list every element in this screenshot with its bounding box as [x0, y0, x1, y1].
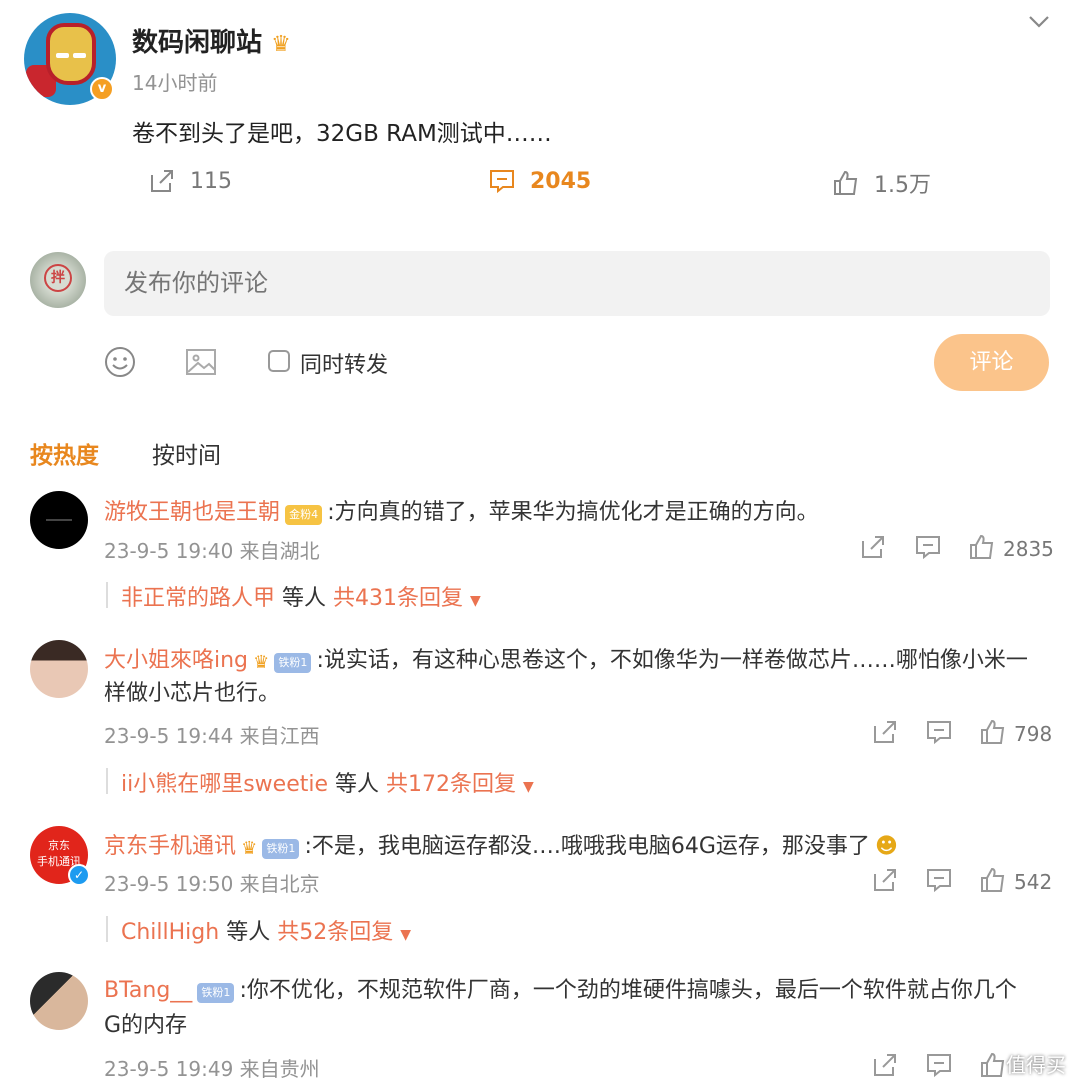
fan-badge: 铁粉1 [274, 652, 312, 673]
verified-badge-icon: ✓ [68, 864, 90, 886]
comment-text: :你不优化，不规范软件厂商，一个劲的堆硬件搞噱头，最后一个软件就占你几个 [239, 978, 1017, 1003]
comment-count: 2045 [530, 168, 592, 194]
reply-summary[interactable]: 非正常的路人甲 等人 共431条回复 ▼ [121, 580, 481, 612]
fan-badge: 金粉4 [285, 504, 323, 525]
comment-header: BTang__ 铁粉1 :你不优化，不规范软件厂商，一个劲的堆硬件搞噱头，最后一… [104, 974, 1017, 1008]
submit-comment-button[interactable]: 评论 [934, 334, 1049, 391]
emoji-icon[interactable] [103, 345, 137, 379]
caret-down-icon: ▼ [470, 593, 481, 609]
reply-mid-text: 等人 [226, 920, 271, 945]
reply-username: ChillHigh [121, 920, 220, 945]
repost-icon [151, 170, 173, 192]
reply-divider [106, 582, 108, 608]
like-count: 1.5万 [874, 173, 931, 198]
comment-text: :说实话，有这种心思卷这个，不如像华为一样卷做芯片……哪怕像小米一 [316, 648, 1028, 673]
reply-divider [106, 768, 108, 794]
also-repost-checkbox[interactable] [268, 350, 290, 372]
comment-icon[interactable] [925, 866, 953, 894]
like-count: 2835 [1003, 537, 1054, 561]
comment-username[interactable]: 大小姐來咯ing [104, 648, 248, 673]
comment-input[interactable] [104, 251, 1050, 316]
post-username[interactable]: 数码闲聊站 ♛ [132, 22, 291, 59]
comment-icon[interactable] [914, 533, 942, 561]
comment-text-continued: G的内存 [104, 1013, 188, 1038]
comment-text-continued: 样做小芯片也行。 [104, 681, 281, 706]
like-button[interactable]: 1.5万 [832, 167, 931, 199]
avatar-helmet-shape [46, 23, 96, 85]
fan-badge: 铁粉1 [262, 838, 300, 859]
my-avatar[interactable]: 拌 [30, 252, 86, 308]
crown-icon: ♛ [271, 32, 291, 57]
avatar-stamp: 拌 [44, 264, 72, 292]
dog-emoji-icon: ☻ [874, 834, 898, 859]
thumbs-up-icon[interactable] [979, 1051, 1007, 1079]
reply-mid-text: 等人 [335, 772, 380, 797]
reply-username: 非正常的路人甲 [121, 586, 276, 611]
comment-icon [490, 170, 514, 194]
comment-meta: 23-9-5 19:49 来自贵州 [104, 1057, 320, 1081]
caret-down-icon: ▼ [523, 779, 534, 795]
reply-count: 共52条回复 [277, 920, 394, 945]
comment-button[interactable]: 2045 [488, 167, 591, 195]
comment-username[interactable]: BTang__ [104, 978, 192, 1003]
share-icon[interactable] [859, 533, 887, 561]
reply-count: 共431条回复 [333, 586, 464, 611]
comment-text: :方向真的错了，苹果华为搞优化才是正确的方向。 [327, 500, 819, 525]
share-icon[interactable] [871, 718, 899, 746]
comment-header: 游牧王朝也是王朝 金粉4 :方向真的错了，苹果华为搞优化才是正确的方向。 [104, 494, 819, 530]
crown-icon: ♛ [253, 652, 270, 673]
image-icon[interactable] [184, 345, 218, 379]
like-count: 798 [1014, 722, 1053, 746]
crown-icon: ♛ [241, 838, 258, 859]
fan-badge: 铁粉1 [197, 982, 235, 1003]
repost-count: 115 [190, 168, 232, 194]
avatar-mark [46, 519, 72, 521]
comment-meta: 23-9-5 19:50 来自北京 [104, 872, 320, 896]
share-icon[interactable] [871, 1051, 899, 1079]
comment-text: :不是，我电脑运存都没….哦哦我电脑64G运存，那没事了 [304, 834, 870, 859]
verified-badge-icon: v [90, 77, 114, 101]
thumbs-up-icon[interactable] [979, 718, 1007, 746]
post-time: 14小时前 [132, 71, 218, 95]
reply-count: 共172条回复 [386, 772, 517, 797]
reply-summary[interactable]: ii小熊在哪里sweetie 等人 共172条回复 ▼ [121, 766, 534, 798]
reply-mid-text: 等人 [282, 586, 327, 611]
reply-divider [106, 916, 108, 942]
like-count: 542 [1014, 870, 1053, 894]
reply-username: ii小熊在哪里sweetie [121, 772, 329, 797]
comment-avatar[interactable] [30, 491, 88, 549]
sort-by-time-tab[interactable]: 按时间 [152, 436, 221, 470]
avatar-eye [56, 53, 69, 58]
comment-icon[interactable] [925, 718, 953, 746]
comment-meta: 23-9-5 19:40 来自湖北 [104, 539, 320, 563]
reply-summary[interactable]: ChillHigh 等人 共52条回复 ▼ [121, 914, 411, 946]
thumbs-up-icon[interactable] [979, 866, 1007, 894]
comment-avatar[interactable] [30, 640, 88, 698]
share-icon[interactable] [871, 866, 899, 894]
avatar-eye [73, 53, 86, 58]
thumbs-up-icon [834, 170, 858, 195]
comment-header: 京东手机通讯 ♛ 铁粉1 :不是，我电脑运存都没….哦哦我电脑64G运存，那没事… [104, 828, 898, 864]
repost-button[interactable]: 115 [148, 167, 232, 195]
also-repost-label: 同时转发 [300, 353, 389, 378]
comment-meta: 23-9-5 19:44 来自江西 [104, 724, 320, 748]
caret-down-icon: ▼ [400, 927, 412, 943]
comment-icon[interactable] [925, 1051, 953, 1079]
post-text: 卷不到头了是吧，32GB RAM测试中…… [132, 121, 552, 147]
comment-header: 大小姐來咯ing ♛ 铁粉1 :说实话，有这种心思卷这个，不如像华为一样卷做芯片… [104, 642, 1028, 678]
chevron-down-icon[interactable] [1028, 10, 1050, 32]
sort-by-hot-tab[interactable]: 按热度 [30, 436, 99, 470]
watermark: 值得买 [1006, 1053, 1066, 1077]
comment-username[interactable]: 京东手机通讯 [104, 834, 236, 859]
thumbs-up-icon[interactable] [968, 533, 996, 561]
comment-username[interactable]: 游牧王朝也是王朝 [104, 500, 280, 525]
comment-avatar[interactable] [30, 972, 88, 1030]
